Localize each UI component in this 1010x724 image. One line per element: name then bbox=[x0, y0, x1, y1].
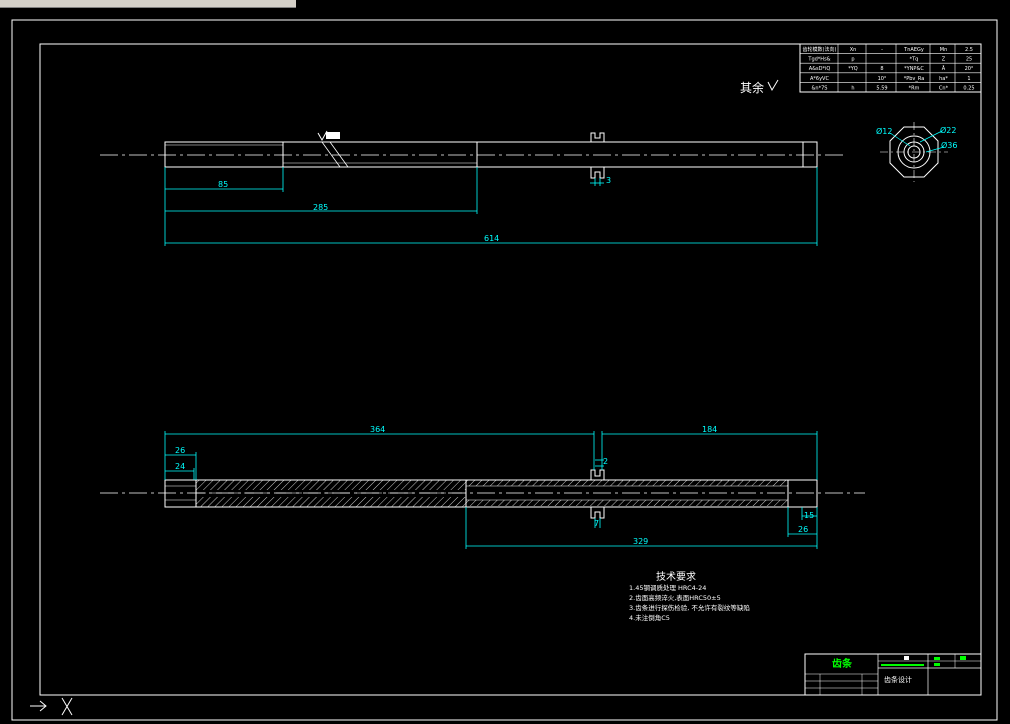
parameter-table-cells: 齿轮模数(法向) Xn - TnAEGy Mn 2.5 Tgd*Hs& p *Tq Z 25 A&sD… bbox=[803, 46, 975, 91]
top-body-outline bbox=[164, 141, 818, 168]
dim-dia-12: Ø12 bbox=[876, 126, 892, 136]
param-cell: 2.5 bbox=[965, 47, 973, 53]
param-cell: &n*7S bbox=[812, 85, 828, 91]
title-block: 齿条 齿条设计 bbox=[804, 653, 982, 696]
tech-req-line-4: 4.未注倒角C5 bbox=[629, 613, 670, 622]
dim-dia-36: Ø36 bbox=[941, 140, 957, 150]
param-cell: 8 bbox=[880, 66, 883, 72]
dim-26-left: 26 bbox=[175, 446, 185, 455]
dim-26-right: 26 bbox=[798, 525, 808, 534]
section-view-octagon: Ø12 Ø22 Ø36 bbox=[876, 122, 957, 182]
dim-184: 184 bbox=[702, 425, 717, 434]
technical-requirements: 技术要求 1.45钢调质处理 HRC4-24 2.齿面高频淬火,表面HRC50±… bbox=[629, 570, 750, 622]
tech-req-line-2: 2.齿面高频淬火,表面HRC50±5 bbox=[629, 593, 721, 602]
dim-285: 285 bbox=[313, 203, 328, 212]
title-part-name: 齿条 bbox=[832, 657, 853, 670]
cad-drawing-canvas[interactable]: 齿轮模数(法向) Xn - TnAEGy Mn 2.5 Tgd*Hs& p *Tq Z 25 A&sD… bbox=[0, 0, 1010, 724]
param-cell: p bbox=[851, 57, 854, 63]
tech-req-title: 技术要求 bbox=[656, 570, 696, 583]
dim-7: 7 bbox=[594, 519, 599, 528]
param-cell: - bbox=[881, 47, 883, 53]
roughness-flag bbox=[326, 132, 340, 139]
dim-dia-22: Ø22 bbox=[940, 125, 956, 135]
param-cell: A*6yVC bbox=[810, 76, 829, 82]
dim-364: 364 bbox=[370, 425, 385, 434]
section-view-bottom: 364 184 26 24 2 7 15 26 329 bbox=[100, 425, 865, 549]
outer-border bbox=[11, 19, 998, 721]
param-cell: Mn bbox=[940, 47, 947, 53]
top-view: 85 285 614 3 bbox=[100, 130, 845, 246]
param-cell: 10° bbox=[878, 76, 887, 82]
param-cell: *Rm bbox=[909, 85, 920, 91]
param-cell: *Pbv_Ra bbox=[904, 76, 925, 82]
tech-req-line-3: 3.齿条进行探伤检验, 不允许有裂纹等缺陷 bbox=[629, 603, 750, 612]
param-cell: A&sD*iQ bbox=[809, 66, 831, 72]
param-cell: Z bbox=[942, 57, 946, 63]
dim-85: 85 bbox=[218, 180, 228, 189]
dim-24: 24 bbox=[175, 462, 185, 471]
param-cell: Xn bbox=[850, 47, 857, 53]
title-design-label: 齿条设计 bbox=[884, 675, 912, 684]
roughness-symbol-icon bbox=[767, 79, 779, 92]
param-cell: Tgd*Hs& bbox=[807, 57, 830, 63]
param-cell: 25 bbox=[966, 57, 972, 63]
param-cell: *Tq bbox=[910, 57, 919, 63]
tech-req-line-1: 1.45钢调质处理 HRC4-24 bbox=[629, 583, 706, 592]
keyway-slot-bottom bbox=[590, 469, 605, 480]
keyway-slot-top bbox=[590, 132, 605, 142]
ucs-icon bbox=[30, 697, 73, 716]
param-cell: TnAEGy bbox=[903, 47, 924, 53]
param-cell: 20° bbox=[965, 66, 974, 72]
param-cell: h bbox=[851, 85, 854, 91]
dim-329: 329 bbox=[633, 537, 648, 546]
dim-2: 2 bbox=[603, 457, 608, 466]
dim-15: 15 bbox=[804, 511, 814, 520]
param-cell: *YQ bbox=[848, 66, 858, 72]
surface-roughness-note: 其余 bbox=[740, 80, 764, 95]
dim-614: 614 bbox=[484, 234, 499, 243]
param-cell: 1 bbox=[967, 76, 970, 82]
dim-3: 3 bbox=[606, 176, 611, 185]
parameter-table: 齿轮模数(法向) Xn - TnAEGy Mn 2.5 Tgd*Hs& p *Tq Z 25 A&sD… bbox=[799, 43, 982, 93]
param-cell: *YNP&C bbox=[904, 66, 924, 72]
param-cell: Å bbox=[942, 65, 946, 72]
param-cell: 5.59 bbox=[876, 85, 887, 91]
param-cell: 0.25 bbox=[963, 85, 974, 91]
param-cell: Cn* bbox=[939, 85, 949, 91]
param-cell: 齿轮模数(法向) bbox=[803, 46, 837, 53]
param-cell: ha* bbox=[939, 76, 948, 82]
